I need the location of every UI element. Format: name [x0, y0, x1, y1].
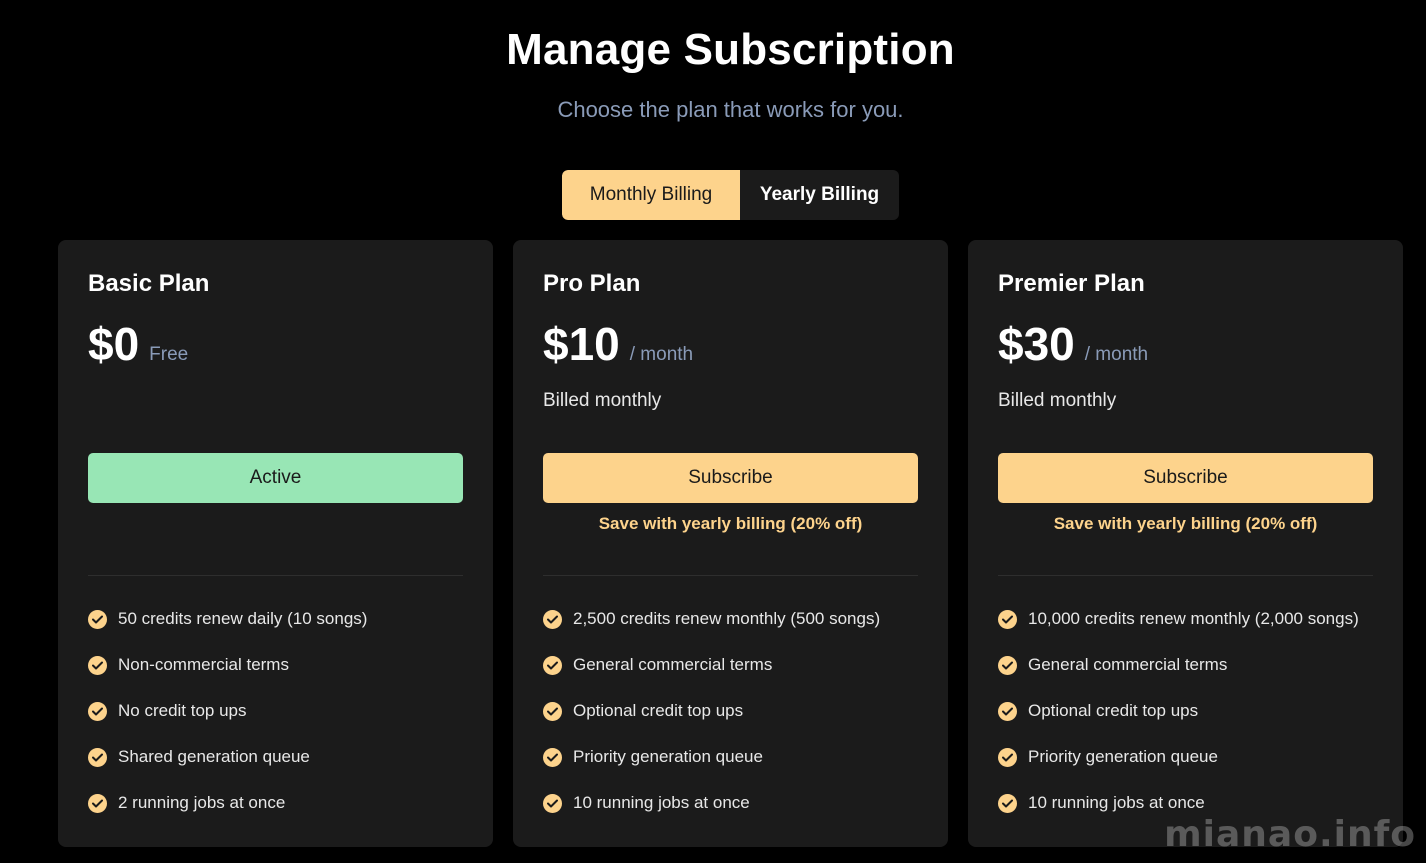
price-row: $10 / month: [543, 316, 693, 372]
price-suffix: Free: [149, 344, 189, 365]
feature-item: Non-commercial terms: [88, 653, 463, 677]
feature-text: Shared generation queue: [118, 747, 310, 766]
check-circle-icon: [88, 609, 107, 629]
feature-item: 2,500 credits renew monthly (500 songs): [543, 607, 918, 631]
feature-item: 10 running jobs at once: [543, 791, 918, 815]
feature-text: 2,500 credits renew monthly (500 songs): [573, 609, 881, 628]
yearly-billing-tab[interactable]: Yearly Billing: [740, 170, 899, 220]
price-row: $0 Free: [88, 316, 188, 372]
feature-text: Priority generation queue: [573, 747, 763, 766]
check-circle-icon: [88, 793, 107, 813]
active-button[interactable]: Active: [88, 453, 463, 503]
check-circle-icon: [543, 701, 562, 721]
page-title: Manage Subscription: [506, 25, 955, 74]
feature-text: 10 running jobs at once: [573, 793, 750, 812]
subscribe-button[interactable]: Subscribe: [998, 453, 1373, 503]
feature-text: General commercial terms: [573, 655, 773, 674]
save-note: Save with yearly billing (20% off): [1053, 514, 1318, 533]
billed-note: Billed monthly: [543, 390, 662, 411]
check-circle-icon: [88, 747, 107, 767]
feature-text: 50 credits renew daily (10 songs): [118, 609, 368, 628]
feature-text: Optional credit top ups: [1028, 701, 1199, 720]
subscribe-button[interactable]: Subscribe: [543, 453, 918, 503]
billed-note: Billed monthly: [998, 390, 1117, 411]
feature-item: 2 running jobs at once: [88, 791, 463, 815]
feature-text: 10,000 credits renew monthly (2,000 song…: [1028, 609, 1359, 628]
plan-card-premier: Premier Plan $30 / month Billed monthly …: [968, 240, 1403, 847]
plan-name: Premier Plan: [998, 270, 1145, 297]
check-circle-icon: [543, 609, 562, 629]
divider: [998, 575, 1373, 576]
check-circle-icon: [998, 747, 1017, 767]
price-suffix: / month: [1084, 344, 1149, 365]
divider: [88, 575, 463, 576]
check-circle-icon: [998, 701, 1017, 721]
check-circle-icon: [543, 747, 562, 767]
feature-item: Shared generation queue: [88, 745, 463, 769]
feature-item: General commercial terms: [998, 653, 1373, 677]
check-circle-icon: [88, 655, 107, 675]
price-suffix: / month: [629, 344, 694, 365]
save-note: Save with yearly billing (20% off): [598, 514, 863, 533]
plan-card-basic: Basic Plan $0 Free Active 50 credits ren…: [58, 240, 493, 847]
feature-text: Priority generation queue: [1028, 747, 1218, 766]
check-circle-icon: [998, 793, 1017, 813]
plan-price: $0: [88, 318, 140, 370]
plan-price: $10: [543, 318, 620, 370]
plan-price: $30: [998, 318, 1075, 370]
feature-item: General commercial terms: [543, 653, 918, 677]
feature-item: 50 credits renew daily (10 songs): [88, 607, 463, 631]
check-circle-icon: [543, 655, 562, 675]
feature-list: 10,000 credits renew monthly (2,000 song…: [998, 607, 1373, 837]
feature-list: 50 credits renew daily (10 songs) Non-co…: [88, 607, 463, 837]
monthly-billing-tab[interactable]: Monthly Billing: [562, 170, 740, 220]
feature-text: 2 running jobs at once: [118, 793, 286, 812]
plan-name: Basic Plan: [88, 270, 210, 297]
feature-item: Priority generation queue: [998, 745, 1373, 769]
check-circle-icon: [88, 701, 107, 721]
plan-name: Pro Plan: [543, 270, 641, 297]
check-circle-icon: [998, 609, 1017, 629]
feature-text: General commercial terms: [1028, 655, 1228, 674]
price-row: $30 / month: [998, 316, 1148, 372]
feature-item: 10,000 credits renew monthly (2,000 song…: [998, 607, 1373, 631]
billing-toggle: Monthly Billing Yearly Billing: [562, 170, 899, 220]
plan-card-pro: Pro Plan $10 / month Billed monthly Subs…: [513, 240, 948, 847]
page-subtitle: Choose the plan that works for you.: [557, 97, 904, 122]
feature-text: Optional credit top ups: [573, 701, 744, 720]
check-circle-icon: [998, 655, 1017, 675]
divider: [543, 575, 918, 576]
feature-item: Optional credit top ups: [998, 699, 1373, 723]
check-circle-icon: [543, 793, 562, 813]
feature-item: 10 running jobs at once: [998, 791, 1373, 815]
feature-item: Optional credit top ups: [543, 699, 918, 723]
feature-text: 10 running jobs at once: [1028, 793, 1205, 812]
feature-item: Priority generation queue: [543, 745, 918, 769]
feature-item: No credit top ups: [88, 699, 463, 723]
feature-text: No credit top ups: [118, 701, 247, 720]
feature-list: 2,500 credits renew monthly (500 songs) …: [543, 607, 918, 837]
watermark: mianao.info: [1164, 814, 1416, 855]
feature-text: Non-commercial terms: [118, 655, 289, 674]
